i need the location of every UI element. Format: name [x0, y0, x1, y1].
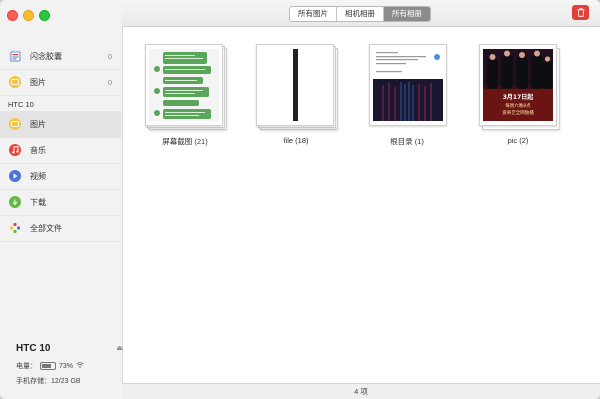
sidebar-item-device-photos[interactable]: 图片	[0, 111, 121, 138]
wifi-icon	[76, 362, 84, 370]
zoom-window-button[interactable]	[39, 10, 50, 21]
sidebar-item-count: 0	[107, 77, 112, 87]
music-icon	[9, 144, 21, 156]
album-thumbnail-stack: 3月17日起 每周六晚8点 爱奇艺全网独播	[478, 43, 560, 130]
sidebar-item-label: 视频	[30, 171, 46, 181]
sidebar: 闪念胶囊 0 图片 0 HTC 10 图片 音乐 视频 下载 全部文件 HTC …	[0, 0, 123, 399]
sidebar-item-capsules[interactable]: 闪念胶囊 0	[0, 43, 121, 70]
sidebar-item-count: 0	[107, 51, 112, 61]
delete-button[interactable]	[572, 5, 589, 20]
album-label: file (18)	[283, 136, 309, 145]
device-section-label: HTC 10	[8, 100, 34, 109]
trash-icon	[577, 8, 584, 17]
album-card-root-directory[interactable]: 根目录 (1)	[362, 43, 452, 147]
sidebar-item-video[interactable]: 视频	[0, 163, 121, 190]
battery-percent: 73%	[59, 362, 74, 370]
storage-info: 手机存储：12/23 GB	[16, 378, 81, 385]
minimize-window-button[interactable]	[23, 10, 34, 21]
album-thumbnail-stack	[145, 43, 227, 130]
toolbar: 所有图片 相机相册 所有相册	[122, 0, 600, 27]
battery-status: 电量： 73%	[16, 361, 116, 371]
album-label: 屏幕截图 (21)	[162, 137, 208, 146]
video-play-icon	[9, 170, 21, 182]
item-count-text: 4 项	[354, 387, 368, 396]
album-grid: 屏幕截图 (21) file (18) 根目录 (1) 3月17日起 每周六晚8…	[123, 27, 600, 383]
capsule-icon	[9, 50, 21, 62]
device-name: HTC 10	[16, 343, 51, 354]
device-info-panel: HTC 10 ⏏ 电量： 73% 手机存储：12/23 GB	[16, 343, 123, 386]
download-icon	[9, 196, 21, 208]
album-thumbnail	[149, 49, 219, 121]
sidebar-item-music[interactable]: 音乐	[0, 137, 121, 164]
album-thumbnail	[260, 49, 330, 121]
tab-camera-roll[interactable]: 相机相册	[337, 7, 384, 21]
photos-icon	[9, 118, 21, 130]
poster-schedule-text: 每周六晚8点	[505, 102, 531, 109]
sidebar-item-photos-local[interactable]: 图片 0	[0, 69, 121, 96]
sidebar-item-label: 全部文件	[30, 223, 62, 233]
sidebar-item-label: 图片	[30, 77, 46, 87]
sidebar-item-label: 闪念胶囊	[30, 51, 62, 61]
status-bar: 4 项	[122, 383, 600, 399]
app-window: 闪念胶囊 0 图片 0 HTC 10 图片 音乐 视频 下载 全部文件 HTC …	[0, 0, 600, 399]
sidebar-item-label: 下载	[30, 197, 46, 207]
sidebar-item-label: 音乐	[30, 145, 46, 155]
sidebar-item-downloads[interactable]: 下载	[0, 189, 121, 216]
album-thumbnail-stack	[367, 43, 447, 129]
tab-all-photos[interactable]: 所有图片	[290, 7, 337, 21]
battery-label: 电量：	[16, 363, 37, 370]
battery-fill	[42, 364, 51, 368]
album-thumbnail-stack	[256, 43, 338, 130]
sidebar-item-all-files[interactable]: 全部文件	[0, 215, 121, 242]
eject-icon[interactable]: ⏏	[116, 344, 123, 352]
album-card-pic[interactable]: 3月17日起 每周六晚8点 爱奇艺全网独播 pic (2)	[473, 43, 563, 145]
photos-icon	[9, 76, 21, 88]
album-thumbnail	[373, 49, 443, 121]
sidebar-item-label: 图片	[30, 119, 46, 129]
album-card-file[interactable]: file (18)	[251, 43, 341, 145]
album-card-screenshots[interactable]: 屏幕截图 (21)	[140, 43, 230, 147]
album-label: pic (2)	[507, 136, 529, 145]
album-label: 根目录 (1)	[390, 137, 424, 146]
all-files-icon	[9, 222, 21, 234]
album-thumbnail: 3月17日起 每周六晚8点 爱奇艺全网独播	[483, 49, 553, 121]
poster-platform-text: 爱奇艺全网独播	[502, 109, 534, 116]
close-window-button[interactable]	[7, 10, 18, 21]
battery-icon	[40, 362, 56, 370]
window-controls	[7, 10, 50, 21]
view-segmented-control: 所有图片 相机相册 所有相册	[289, 6, 431, 22]
poster-date-text: 3月17日起	[503, 93, 535, 101]
tab-all-albums[interactable]: 所有相册	[384, 7, 430, 21]
